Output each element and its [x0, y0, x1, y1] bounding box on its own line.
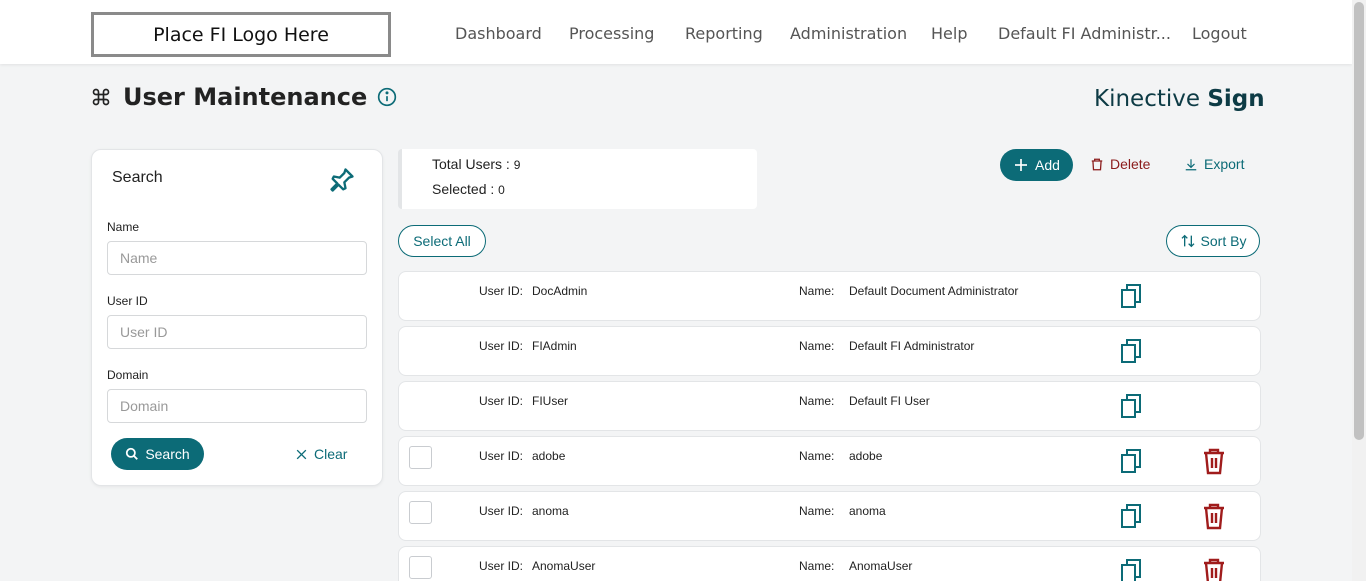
user-id-value: FIUser: [532, 394, 568, 408]
user-id-field-label: User ID:: [479, 504, 524, 518]
close-icon: [296, 449, 307, 459]
scrollbar-thumb[interactable]: [1354, 2, 1364, 440]
search-button[interactable]: Search: [111, 438, 204, 470]
download-icon: [1185, 158, 1197, 170]
selected-users: Selected : 0: [432, 181, 505, 197]
search-panel: Search Name User ID Domain Search Clear: [91, 149, 383, 486]
copy-icon[interactable]: [1119, 447, 1143, 475]
selected-users-value: 0: [498, 183, 505, 197]
user-id-value: AnomaUser: [532, 559, 596, 573]
trash-icon[interactable]: [1202, 557, 1226, 581]
name-field-label: Name:: [799, 449, 835, 463]
nav-reporting[interactable]: Reporting: [685, 24, 763, 43]
user-id-field-label: User ID:: [479, 339, 524, 353]
export-button[interactable]: Export: [1184, 156, 1244, 172]
trash-icon[interactable]: [1202, 447, 1226, 475]
user-row[interactable]: User ID: adobe Name: adobe: [398, 436, 1261, 486]
search-button-label: Search: [145, 446, 190, 462]
page-title: User Maintenance: [123, 83, 368, 111]
total-users-label: Total Users :: [432, 156, 514, 172]
user-id-field-label: User ID:: [479, 449, 524, 463]
name-input[interactable]: [107, 241, 367, 275]
totals-box: Total Users : 9 Selected : 0: [398, 149, 757, 209]
copy-icon[interactable]: [1119, 502, 1143, 530]
user-id-value: DocAdmin: [532, 284, 588, 298]
name-value: Default Document Administrator: [849, 284, 1019, 298]
user-row[interactable]: User ID: FIUser Name: Default FI User: [398, 381, 1261, 431]
nav-dashboard[interactable]: Dashboard: [455, 24, 542, 43]
user-row[interactable]: User ID: anoma Name: anoma: [398, 491, 1261, 541]
trash-icon[interactable]: [1202, 502, 1226, 530]
total-users: Total Users : 9: [432, 156, 520, 172]
export-button-label: Export: [1204, 156, 1245, 172]
copy-icon[interactable]: [1119, 392, 1143, 420]
user-id-input[interactable]: [107, 315, 367, 349]
search-panel-title: Search: [112, 169, 163, 186]
name-field-label: Name:: [799, 504, 835, 518]
fi-logo-placeholder[interactable]: Place FI Logo Here: [91, 12, 391, 57]
add-button[interactable]: Add: [1000, 149, 1073, 181]
user-id-label: User ID: [107, 294, 148, 308]
sort-by-label: Sort By: [1200, 233, 1247, 249]
sort-by-button[interactable]: Sort By: [1166, 225, 1260, 257]
command-icon: [92, 88, 110, 106]
name-value: Default FI Administrator: [849, 339, 975, 353]
name-field-label: Name:: [799, 559, 835, 573]
clear-button-label: Clear: [314, 446, 348, 462]
name-label: Name: [107, 220, 140, 234]
user-id-value: anoma: [532, 504, 569, 518]
trash-icon: [1091, 158, 1103, 170]
plus-icon: [1015, 159, 1028, 171]
nav-user-menu[interactable]: Default FI Administr...: [998, 24, 1171, 43]
nav-help[interactable]: Help: [931, 24, 967, 43]
name-value: AnomaUser: [849, 559, 913, 573]
user-id-value: FIAdmin: [532, 339, 577, 353]
copy-icon[interactable]: [1119, 337, 1143, 365]
user-id-value: adobe: [532, 449, 566, 463]
search-icon: [126, 447, 139, 460]
pin-icon[interactable]: [328, 166, 356, 194]
delete-button-label: Delete: [1110, 156, 1151, 172]
brand-logo: Kinective Sign: [1094, 86, 1265, 112]
name-value: adobe: [849, 449, 883, 463]
nav-logout[interactable]: Logout: [1192, 24, 1247, 43]
name-field-label: Name:: [799, 339, 835, 353]
user-row[interactable]: User ID: AnomaUser Name: AnomaUser: [398, 546, 1261, 581]
delete-button[interactable]: Delete: [1090, 156, 1150, 172]
brand-name-light: Kinective: [1094, 86, 1201, 112]
user-id-field-label: User ID:: [479, 559, 524, 573]
copy-icon[interactable]: [1119, 282, 1143, 310]
name-field-label: Name:: [799, 394, 835, 408]
info-icon[interactable]: [377, 87, 397, 107]
nav-administration[interactable]: Administration: [790, 24, 907, 43]
row-checkbox[interactable]: [409, 446, 432, 469]
top-header: Place FI Logo Here Dashboard Processing …: [0, 0, 1352, 64]
user-row[interactable]: User ID: DocAdmin Name: Default Document…: [398, 271, 1261, 321]
select-all-button[interactable]: Select All: [398, 225, 486, 257]
row-checkbox[interactable]: [409, 556, 432, 579]
copy-icon[interactable]: [1119, 557, 1143, 581]
row-checkbox[interactable]: [409, 501, 432, 524]
add-button-label: Add: [1035, 157, 1060, 173]
domain-label: Domain: [107, 368, 149, 382]
sort-arrows-icon: [1181, 234, 1195, 248]
nav-processing[interactable]: Processing: [569, 24, 654, 43]
total-users-value: 9: [513, 158, 521, 172]
domain-input[interactable]: [107, 389, 367, 423]
user-id-field-label: User ID:: [479, 394, 524, 408]
user-id-field-label: User ID:: [479, 284, 524, 298]
page-scrollbar[interactable]: [1352, 0, 1366, 581]
user-row[interactable]: User ID: FIAdmin Name: Default FI Admini…: [398, 326, 1261, 376]
brand-name-bold: Sign: [1207, 86, 1265, 112]
name-value: Default FI User: [849, 394, 930, 408]
name-value: anoma: [849, 504, 886, 518]
selected-users-label: Selected :: [432, 181, 499, 197]
page-title-row: User Maintenance: [91, 82, 397, 112]
clear-button[interactable]: Clear: [295, 438, 347, 470]
name-field-label: Name:: [799, 284, 835, 298]
